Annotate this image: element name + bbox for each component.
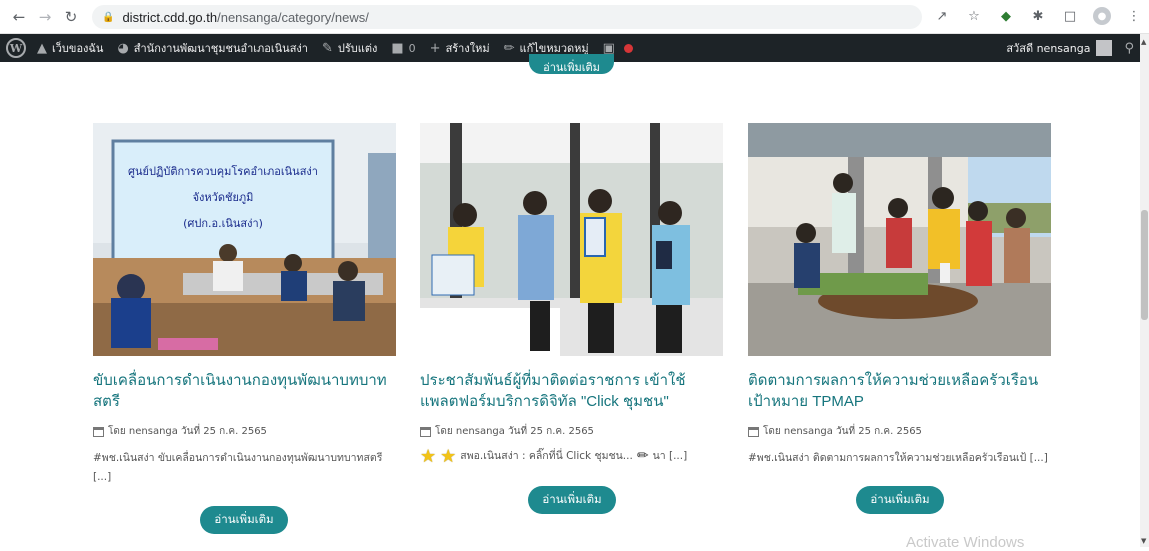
browser-toolbar: ← → ↻ 🔒 district.cdd.go.th/nensanga/cate…: [0, 0, 1149, 34]
news-image-3[interactable]: [748, 123, 1051, 356]
news-excerpt-3: #พช.เนินสง่า ติดตามการผลการให้ความช่วยเห…: [748, 452, 1048, 464]
page-scrollbar[interactable]: ▲ ▼: [1140, 34, 1149, 547]
calendar-icon: [748, 426, 759, 437]
my-sites-menu[interactable]: ▲ เว็บของฉัน: [30, 34, 110, 62]
url-text: district.cdd.go.th/nensanga/category/new…: [122, 9, 369, 25]
news-title-3[interactable]: ติดตามการผลการให้ความช่วยเหลือครัวเรือนเ…: [748, 370, 1051, 412]
sign-text-line-2: จังหวัดชัยภูมิ: [193, 191, 254, 204]
user-avatar[interactable]: [1096, 40, 1113, 56]
news-title-2[interactable]: ประชาสัมพันธ์ผู้ที่มาติดต่อราชการ เข้าใช…: [420, 370, 723, 412]
activate-windows-watermark: Activate Windows: [906, 534, 1025, 551]
read-more-button-3[interactable]: อ่านเพิ่มเติม: [856, 486, 944, 514]
scroll-down-arrow-icon[interactable]: ▼: [1141, 537, 1146, 545]
news-excerpt-2: ★ ★ สพอ.เนินสง่า : คลิ๊กที่นี่ Click ชุม…: [420, 447, 723, 466]
scroll-up-arrow-icon[interactable]: ▲: [1141, 38, 1146, 46]
comments-menu[interactable]: ■ 0: [384, 34, 422, 62]
pencil-icon: ✏: [503, 40, 515, 56]
brush-icon: ✎: [321, 40, 333, 56]
forward-arrow-icon[interactable]: →: [34, 6, 56, 28]
news-meta-text-1: โดย nensanga วันที่ 25 ก.ค. 2565: [108, 426, 267, 437]
news-meta-text-2: โดย nensanga วันที่ 25 ก.ค. 2565: [435, 426, 594, 437]
meeting-room-photo: ศูนย์ปฏิบัติการควบคุมโรคอำเภอเนินสง่า จั…: [93, 123, 396, 356]
wordpress-logo-icon[interactable]: W: [6, 38, 26, 58]
office-group-photo: [420, 123, 723, 356]
site-name-label: สำนักงานพัฒนาชุมชนอำเภอเนินสง่า: [133, 42, 308, 55]
read-more-button-1[interactable]: อ่านเพิ่มเติม: [200, 506, 288, 534]
sign-text-line-3: (ศปก.อ.เนินสง่า): [183, 217, 263, 230]
read-more-label-2: อ่านเพิ่มเติม: [542, 492, 602, 506]
customize-label: ปรับแต่ง: [337, 42, 378, 55]
scroll-thumb[interactable]: [1141, 210, 1148, 320]
read-more-button-2[interactable]: อ่านเพิ่มเติม: [528, 486, 616, 514]
news-meta-1: โดย nensanga วันที่ 25 ก.ค. 2565: [93, 424, 396, 439]
news-title-1[interactable]: ขับเคลื่อนการดำเนินงานกองทุนพัฒนาบทบาทสต…: [93, 370, 396, 412]
customize-menu[interactable]: ✎ ปรับแต่ง: [315, 34, 384, 62]
read-more-label-1: อ่านเพิ่มเติม: [214, 512, 274, 526]
bookmark-star-icon[interactable]: ☆: [965, 6, 983, 26]
my-sites-label: เว็บของฉัน: [52, 42, 104, 55]
news-excerpt-tail-2: นา [...]: [652, 450, 688, 462]
read-more-label-3: อ่านเพิ่มเติม: [870, 492, 930, 506]
side-panel-icon[interactable]: □: [1061, 6, 1079, 26]
calendar-icon: [420, 426, 431, 437]
extensions-puzzle-icon[interactable]: ✱: [1029, 6, 1047, 26]
news-excerpt-1: #พช.เนินสง่า ขับเคลื่อนการดำเนินงานกองทุ…: [93, 452, 383, 483]
prev-read-more-button[interactable]: อ่านเพิ่มเติม: [529, 54, 614, 74]
search-icon[interactable]: ⚲: [1124, 41, 1134, 56]
star-icon: ★: [420, 446, 437, 467]
comments-count: 0: [408, 41, 416, 55]
share-icon[interactable]: ↗: [933, 6, 951, 26]
news-image-2[interactable]: [420, 123, 723, 356]
calendar-icon: [93, 426, 104, 437]
comment-bubble-icon: ■: [391, 40, 404, 56]
status-dot-icon: [623, 43, 633, 53]
lock-icon: 🔒: [102, 11, 115, 23]
new-label: สร้างใหม่: [445, 42, 490, 55]
prev-read-more-label: อ่านเพิ่มเติม: [543, 61, 600, 74]
profile-avatar-icon[interactable]: ●: [1093, 7, 1111, 25]
tag-pencil-icon: ✏: [636, 448, 649, 464]
news-image-1[interactable]: ศูนย์ปฏิบัติการควบคุมโรคอำเภอเนินสง่า จั…: [93, 123, 396, 356]
outdoor-visit-photo: [748, 123, 1051, 356]
news-card-1: ศูนย์ปฏิบัติการควบคุมโรคอำเภอเนินสง่า จั…: [93, 123, 396, 487]
sites-icon: ▲: [37, 40, 47, 56]
address-bar[interactable]: 🔒 district.cdd.go.th/nensanga/category/n…: [92, 5, 922, 29]
news-meta-2: โดย nensanga วันที่ 25 ก.ค. 2565: [420, 424, 723, 439]
menu-kebab-icon[interactable]: ⋮: [1125, 6, 1143, 26]
account-greeting[interactable]: สวัสดี nensanga: [1006, 39, 1090, 57]
dashboard-icon: ◕: [117, 40, 129, 56]
reload-icon[interactable]: ↻: [60, 6, 82, 28]
new-content-menu[interactable]: + สร้างใหม่: [423, 34, 497, 62]
news-meta-text-3: โดย nensanga วันที่ 25 ก.ค. 2565: [763, 426, 922, 437]
news-excerpt-text-2: สพอ.เนินสง่า : คลิ๊กที่นี่ Click ชุมชน..…: [460, 450, 633, 462]
star-icon: ★: [440, 446, 457, 467]
sign-text-line-1: ศูนย์ปฏิบัติการควบคุมโรคอำเภอเนินสง่า: [128, 164, 318, 178]
news-meta-3: โดย nensanga วันที่ 25 ก.ค. 2565: [748, 424, 1051, 439]
extension-icon[interactable]: ◆: [997, 6, 1015, 26]
site-name-menu[interactable]: ◕ สำนักงานพัฒนาชุมชนอำเภอเนินสง่า: [110, 34, 315, 62]
back-arrow-icon[interactable]: ←: [8, 6, 30, 28]
news-card-3: ติดตามการผลการให้ความช่วยเหลือครัวเรือนเ…: [748, 123, 1051, 468]
plus-icon: +: [429, 40, 441, 56]
news-card-2: ประชาสัมพันธ์ผู้ที่มาติดต่อราชการ เข้าใช…: [420, 123, 723, 466]
